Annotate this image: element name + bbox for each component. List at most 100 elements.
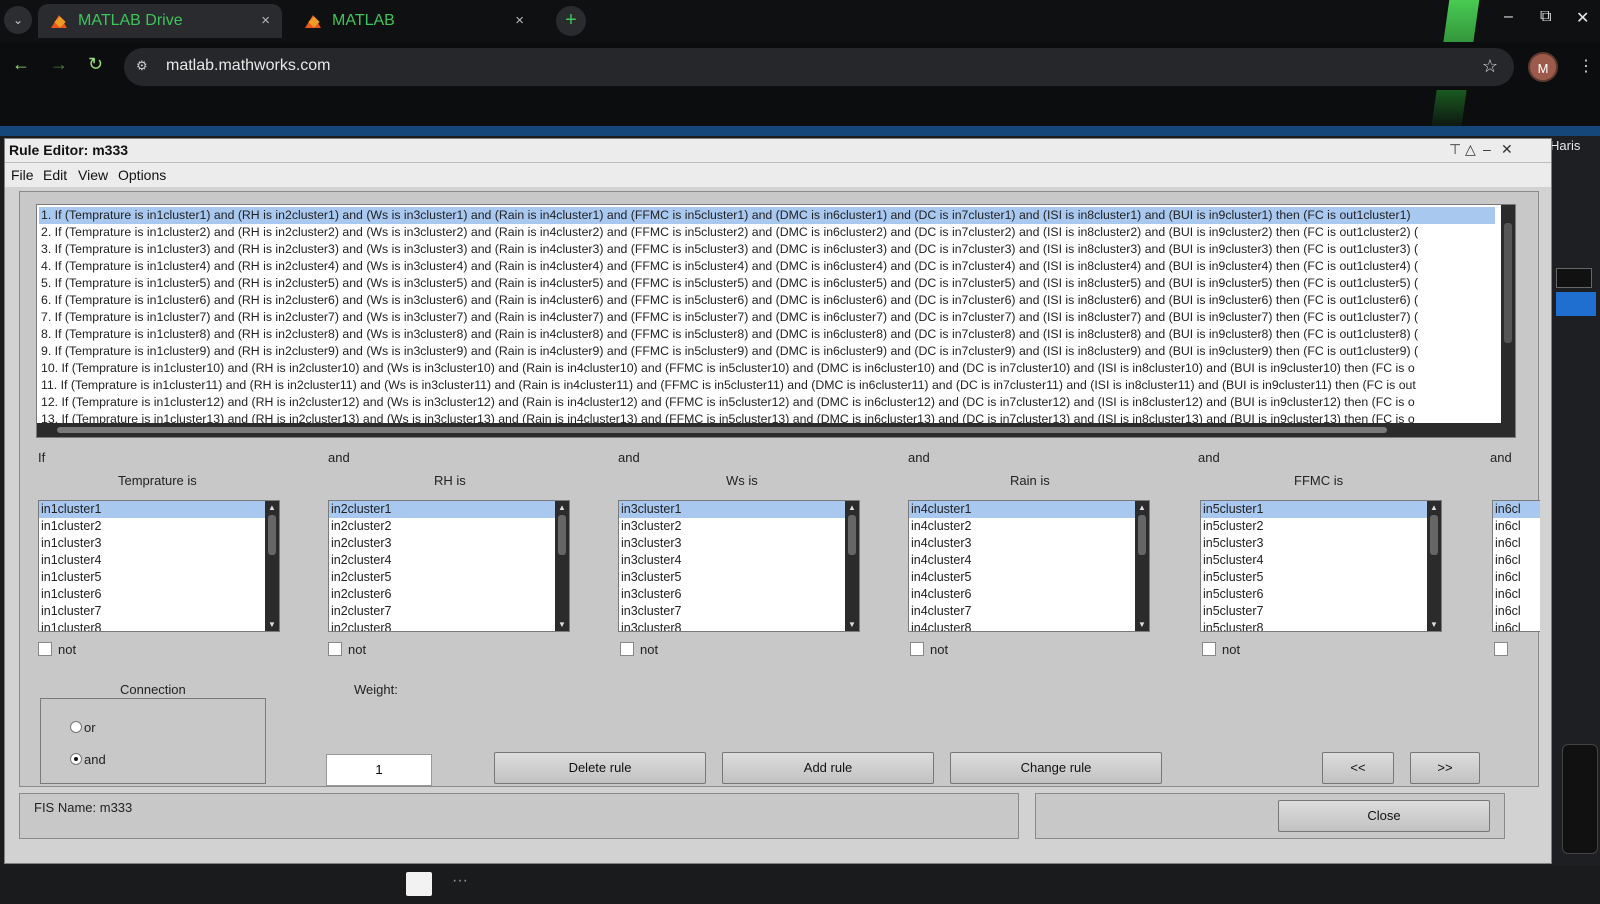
more-icon[interactable]: ··· (452, 872, 468, 890)
reload-icon[interactable]: ↻ (88, 54, 103, 75)
not-checkbox-temprature[interactable] (38, 642, 52, 656)
tab-close-icon[interactable]: × (261, 12, 270, 29)
maximize-icon[interactable]: △ (1465, 141, 1476, 158)
tab-search-chevron-icon[interactable]: ⌄ (4, 6, 32, 34)
list-item[interactable]: in2cluster4 (329, 552, 569, 569)
list-scrollbar[interactable]: ▲ ▼ (1427, 501, 1441, 631)
forward-arrow-icon[interactable]: → (50, 54, 68, 75)
list-item[interactable]: in2cluster7 (329, 603, 569, 620)
list-item[interactable]: in2cluster3 (329, 535, 569, 552)
close-icon[interactable]: ✕ (1501, 141, 1513, 158)
list-item[interactable]: in3cluster6 (619, 586, 859, 603)
ws-listbox[interactable]: in3cluster1 in3cluster2 in3cluster3 in3c… (618, 500, 860, 632)
list-item[interactable]: in1cluster1 (39, 501, 279, 518)
list-item[interactable]: in5cluster3 (1201, 535, 1441, 552)
rules-vertical-scrollbar[interactable] (1501, 205, 1515, 425)
tab-matlab[interactable]: MATLAB × (292, 4, 536, 38)
list-item[interactable]: in4cluster2 (909, 518, 1149, 535)
list-scrollbar[interactable]: ▲ ▼ (845, 501, 859, 631)
not-checkbox-dmc[interactable] (1494, 642, 1508, 656)
list-item[interactable]: in4cluster3 (909, 535, 1149, 552)
pin-icon[interactable]: ⊤ (1449, 141, 1461, 158)
browser-menu-icon[interactable]: ⋮ (1578, 56, 1594, 76)
site-settings-icon[interactable]: ⚙ (136, 58, 148, 74)
new-tab-button[interactable]: + (556, 6, 586, 36)
list-item[interactable]: in2cluster6 (329, 586, 569, 603)
list-item[interactable]: in5cluster2 (1201, 518, 1441, 535)
rule-item[interactable]: 11. If (Temprature is in1cluster11) and … (39, 377, 1416, 394)
rule-item[interactable]: 5. If (Temprature is in1cluster5) and (R… (39, 275, 1418, 292)
rules-listbox[interactable]: 1. If (Temprature is in1cluster1) and (R… (36, 204, 1516, 438)
list-item[interactable]: in5cluster6 (1201, 586, 1441, 603)
list-scrollbar[interactable]: ▲ ▼ (265, 501, 279, 631)
list-item[interactable]: in5cluster7 (1201, 603, 1441, 620)
not-checkbox-rain[interactable] (910, 642, 924, 656)
list-item[interactable]: in3cluster8 (619, 620, 859, 631)
list-item[interactable]: in5cluster4 (1201, 552, 1441, 569)
address-bar[interactable]: ⚙ matlab.mathworks.com ☆ (124, 48, 1514, 86)
list-scrollbar[interactable]: ▲ ▼ (555, 501, 569, 631)
rule-item[interactable]: 12. If (Temprature is in1cluster12) and … (39, 394, 1415, 411)
previous-button[interactable]: << (1322, 752, 1394, 784)
list-item[interactable]: in4cluster6 (909, 586, 1149, 603)
rain-listbox[interactable]: in4cluster1 in4cluster2 in4cluster3 in4c… (908, 500, 1150, 632)
list-item[interactable]: in1cluster6 (39, 586, 279, 603)
menu-view[interactable]: View (78, 167, 108, 183)
bookmark-star-icon[interactable]: ☆ (1482, 56, 1498, 77)
list-item[interactable]: in2cluster1 (329, 501, 569, 518)
list-item[interactable]: in3cluster7 (619, 603, 859, 620)
ffmc-listbox[interactable]: in5cluster1 in5cluster2 in5cluster3 in5c… (1200, 500, 1442, 632)
rule-item[interactable]: 2. If (Temprature is in1cluster2) and (R… (39, 224, 1418, 241)
menu-options[interactable]: Options (118, 167, 166, 183)
minimize-icon[interactable]: – (1504, 8, 1513, 26)
list-item[interactable]: in6cl (1493, 620, 1540, 631)
add-rule-button[interactable]: Add rule (722, 752, 934, 784)
list-item[interactable]: in2cluster2 (329, 518, 569, 535)
list-item[interactable]: in1cluster2 (39, 518, 279, 535)
list-item[interactable]: in6cl (1493, 552, 1540, 569)
menu-file[interactable]: File (11, 167, 34, 183)
restore-icon[interactable]: ⧉ (1540, 8, 1551, 26)
delete-rule-button[interactable]: Delete rule (494, 752, 706, 784)
and-radio[interactable] (70, 753, 82, 765)
list-scrollbar[interactable]: ▲ ▼ (1135, 501, 1149, 631)
list-item[interactable]: in3cluster2 (619, 518, 859, 535)
list-item[interactable]: in1cluster4 (39, 552, 279, 569)
matlab-dropdown[interactable] (1556, 268, 1592, 288)
rule-item[interactable]: 9. If (Temprature is in1cluster9) and (R… (39, 343, 1418, 360)
rule-item[interactable]: 7. If (Temprature is in1cluster7) and (R… (39, 309, 1418, 326)
rule-item[interactable]: 1. If (Temprature is in1cluster1) and (R… (39, 207, 1495, 224)
list-item[interactable]: in2cluster5 (329, 569, 569, 586)
rh-listbox[interactable]: in2cluster1 in2cluster2 in2cluster3 in2c… (328, 500, 570, 632)
minimize-icon[interactable]: – (1483, 141, 1491, 157)
list-item[interactable]: in3cluster4 (619, 552, 859, 569)
list-item[interactable]: in5cluster5 (1201, 569, 1441, 586)
list-item[interactable]: in2cluster8 (329, 620, 569, 631)
close-window-icon[interactable]: ✕ (1576, 8, 1589, 28)
matlab-user-name[interactable]: Haris (1550, 138, 1580, 153)
close-button[interactable]: Close (1278, 800, 1490, 832)
matlab-side-toolbar[interactable] (1562, 744, 1598, 854)
list-item[interactable]: in5cluster1 (1201, 501, 1441, 518)
list-item[interactable]: in6cl (1493, 586, 1540, 603)
list-item[interactable]: in6cl (1493, 518, 1540, 535)
list-item[interactable]: in6cl (1493, 569, 1540, 586)
list-item[interactable]: in5cluster8 (1201, 620, 1441, 631)
app-window-icon[interactable] (406, 872, 432, 896)
rule-item[interactable]: 4. If (Temprature is in1cluster4) and (R… (39, 258, 1418, 275)
list-item[interactable]: in4cluster7 (909, 603, 1149, 620)
list-item[interactable]: in4cluster1 (909, 501, 1149, 518)
rule-item[interactable]: 3. If (Temprature is in1cluster3) and (R… (39, 241, 1418, 258)
list-item[interactable]: in3cluster1 (619, 501, 859, 518)
tab-matlab-drive[interactable]: MATLAB Drive × (38, 4, 282, 38)
temprature-listbox[interactable]: in1cluster1 in1cluster2 in1cluster3 in1c… (38, 500, 280, 632)
list-item[interactable]: in1cluster8 (39, 620, 279, 631)
change-rule-button[interactable]: Change rule (950, 752, 1162, 784)
rule-item[interactable]: 6. If (Temprature is in1cluster6) and (R… (39, 292, 1418, 309)
rule-item[interactable]: 8. If (Temprature is in1cluster8) and (R… (39, 326, 1418, 343)
list-item[interactable]: in6cl (1493, 535, 1540, 552)
list-item[interactable]: in6cl (1493, 603, 1540, 620)
back-arrow-icon[interactable]: ← (12, 54, 30, 75)
matlab-selected-row[interactable] (1556, 292, 1596, 316)
scroll-thumb[interactable] (57, 427, 1387, 433)
